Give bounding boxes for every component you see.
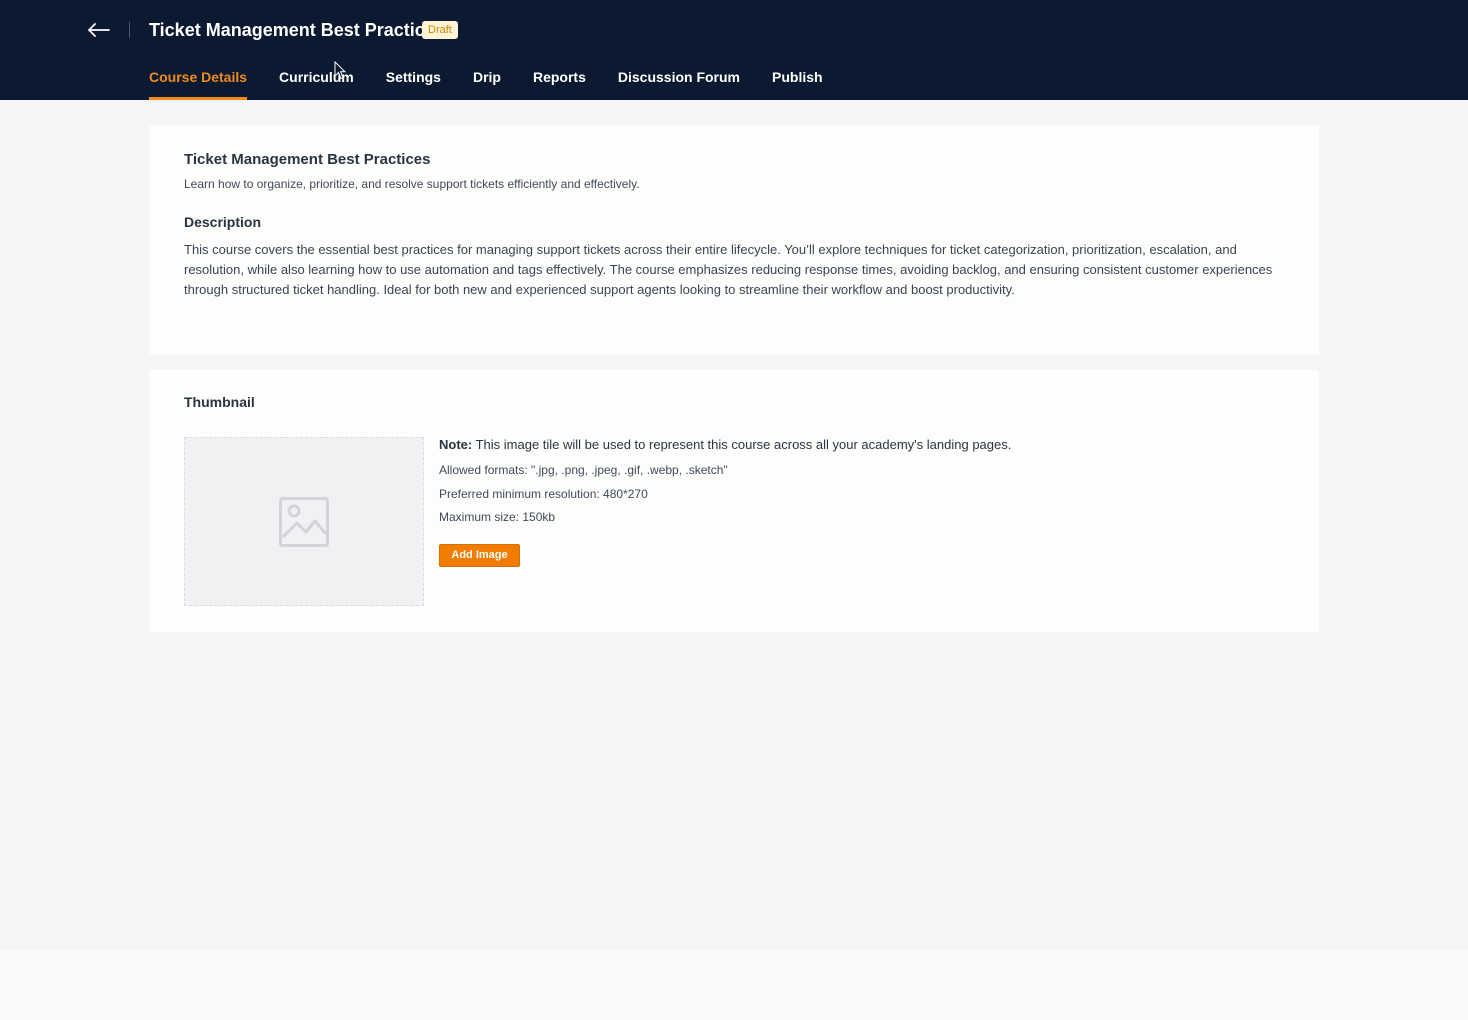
tab-publish[interactable]: Publish: [772, 66, 823, 100]
thumbnail-card: Thumbnail Note: This image tile will be …: [149, 370, 1319, 632]
image-placeholder-icon: [279, 496, 329, 547]
thumbnail-placeholder[interactable]: [184, 437, 424, 606]
thumbnail-note: Note: This image tile will be used to re…: [439, 437, 1011, 452]
footer-area: [0, 950, 1468, 1020]
status-badge: Draft: [422, 21, 458, 39]
thumbnail-heading: Thumbnail: [184, 394, 255, 410]
max-size: Maximum size: 150kb: [439, 510, 556, 524]
tab-reports[interactable]: Reports: [533, 66, 586, 100]
tab-settings[interactable]: Settings: [386, 66, 441, 100]
note-text: This image tile will be used to represen…: [472, 437, 1012, 452]
tab-drip[interactable]: Drip: [473, 66, 501, 100]
note-label: Note:: [439, 437, 473, 452]
course-details-card: Ticket Management Best Practices Learn h…: [149, 125, 1319, 355]
description-text: This course covers the essential best pr…: [184, 242, 1273, 297]
arrow-left-icon: [88, 23, 110, 37]
tab-discussion-forum[interactable]: Discussion Forum: [618, 66, 740, 100]
header-divider: [129, 22, 130, 38]
add-image-button[interactable]: Add Image: [439, 544, 520, 567]
course-subtitle: Learn how to organize, prioritize, and r…: [184, 177, 640, 191]
tab-bar: Course Details Curriculum Settings Drip …: [149, 66, 855, 100]
tab-course-details[interactable]: Course Details: [149, 66, 248, 100]
mouse-cursor-icon: [334, 61, 346, 80]
course-title: Ticket Management Best Practices: [149, 20, 445, 40]
allowed-formats: Allowed formats: ".jpg, .png, .jpeg, .gi…: [439, 463, 728, 477]
description-heading: Description: [184, 214, 262, 230]
min-resolution: Preferred minimum resolution: 480*270: [439, 487, 648, 501]
course-name: Ticket Management Best Practices: [184, 151, 431, 168]
top-header: Ticket Management Best Practices Draft C…: [0, 0, 1468, 100]
back-button[interactable]: [86, 18, 112, 42]
